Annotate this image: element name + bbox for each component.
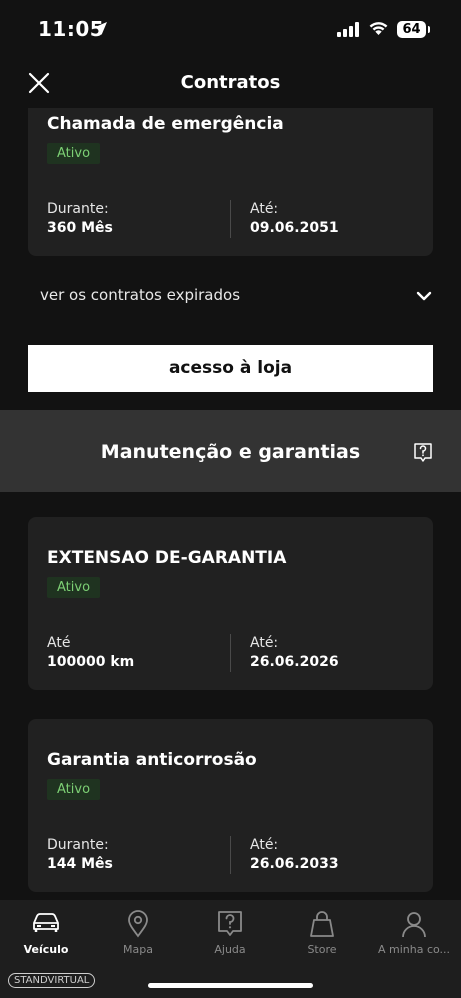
contract-title: Chamada de emergência bbox=[47, 114, 284, 134]
location-arrow-icon bbox=[93, 21, 108, 40]
duration-label: Durante: bbox=[47, 201, 109, 217]
status-bar: 11:05 64 bbox=[0, 0, 461, 58]
help-icon[interactable] bbox=[413, 442, 433, 468]
end-date-label: Até: bbox=[250, 837, 279, 853]
card-divider bbox=[230, 200, 231, 238]
status-badge: Ativo bbox=[47, 779, 101, 800]
car-icon bbox=[0, 910, 92, 940]
shopping-bag-icon bbox=[276, 910, 368, 940]
end-date-label: Até: bbox=[250, 201, 279, 217]
status-badge: Ativo bbox=[47, 143, 101, 164]
warranty-card-extension: EXTENSAO DE-GARANTIA Ativo Até 100000 km… bbox=[28, 517, 433, 690]
tab-account[interactable]: A minha co... bbox=[368, 900, 460, 970]
contract-card-emergency: Chamada de emergência Ativo Durante: 360… bbox=[28, 100, 433, 256]
tab-store[interactable]: Store bbox=[276, 900, 368, 970]
tab-label: Store bbox=[307, 943, 337, 956]
limit-label: Até bbox=[47, 635, 71, 651]
card-divider bbox=[230, 634, 231, 672]
duration-label: Durante: bbox=[47, 837, 109, 853]
home-indicator bbox=[148, 983, 313, 988]
end-date-value: 26.06.2033 bbox=[250, 856, 339, 872]
tab-label: Veículo bbox=[23, 943, 69, 956]
end-date-value: 09.06.2051 bbox=[250, 220, 339, 236]
wifi-icon bbox=[368, 20, 389, 40]
tab-label: Ajuda bbox=[214, 943, 246, 956]
end-date-value: 26.06.2026 bbox=[250, 654, 339, 670]
warranty-title: Garantia anticorrosão bbox=[47, 750, 257, 770]
header-title: Contratos bbox=[180, 72, 281, 93]
expired-contracts-label: ver os contratos expirados bbox=[40, 286, 241, 304]
user-icon bbox=[368, 910, 460, 940]
duration-value: 144 Mês bbox=[47, 856, 113, 872]
chevron-down-icon bbox=[415, 287, 433, 306]
tab-label: Mapa bbox=[123, 943, 153, 956]
duration-value: 360 Mês bbox=[47, 220, 113, 236]
maintenance-section-header: Manutenção e garantias bbox=[0, 410, 461, 492]
tab-label: A minha co... bbox=[377, 943, 451, 956]
end-date-label: Até: bbox=[250, 635, 279, 651]
warranty-card-anticorrosion: Garantia anticorrosão Ativo Durante: 144… bbox=[28, 719, 433, 892]
battery-icon: 64 bbox=[397, 21, 430, 38]
store-access-button[interactable]: acesso à loja bbox=[28, 345, 433, 392]
map-pin-icon bbox=[92, 910, 184, 940]
limit-value: 100000 km bbox=[47, 654, 135, 670]
tab-map[interactable]: Mapa bbox=[92, 900, 184, 970]
header-overlay: Contratos bbox=[0, 58, 461, 108]
section-title: Manutenção e garantias bbox=[100, 441, 361, 463]
tab-help[interactable]: Ajuda bbox=[184, 900, 276, 970]
help-icon bbox=[184, 910, 276, 940]
status-badge: Ativo bbox=[47, 577, 101, 598]
expired-contracts-toggle[interactable]: ver os contratos expirados bbox=[0, 275, 461, 315]
cellular-signal-icon bbox=[337, 22, 361, 41]
warranty-title: EXTENSAO DE-GARANTIA bbox=[47, 548, 287, 568]
tab-vehicle[interactable]: Veículo bbox=[0, 900, 92, 970]
card-divider bbox=[230, 836, 231, 874]
watermark-logo: STANDVIRTUAL bbox=[8, 973, 96, 988]
